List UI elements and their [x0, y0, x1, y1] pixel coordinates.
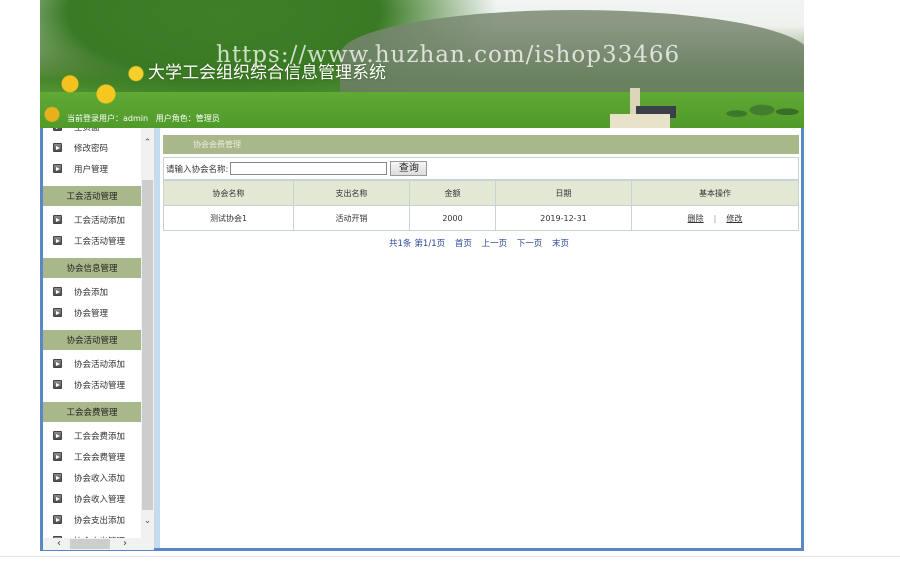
- sidebar: 主页面 修改密码 用户管理 工会活动管理 工会活动添加 工会活动管理 协会信息管…: [43, 128, 141, 538]
- sidebar-item-user-management[interactable]: 用户管理: [43, 158, 141, 179]
- cell-amount: 2000: [409, 205, 496, 231]
- scrollbar-thumb[interactable]: [142, 180, 153, 510]
- play-bullet-icon: [53, 287, 62, 296]
- cell-expense: 活动开销: [293, 205, 410, 231]
- sidebar-item-association-add[interactable]: 协会添加: [43, 281, 141, 302]
- cell-actions: 删除 | 修改: [631, 205, 799, 231]
- sidebar-item-association-manage[interactable]: 协会管理: [43, 302, 141, 323]
- sidebar-item-association-expense-add[interactable]: 协会支出添加: [43, 509, 141, 530]
- sidebar-item-union-activity-add[interactable]: 工会活动添加: [43, 209, 141, 230]
- data-table: 协会名称 支出名称 金额 日期 基本操作 测试协会1 活动开销 2000 201…: [163, 180, 799, 231]
- role-name: 管理员: [195, 114, 220, 123]
- action-separator: |: [713, 213, 717, 223]
- sidebar-item-association-activity-add[interactable]: 协会活动添加: [43, 353, 141, 374]
- sidebar-group-union-activity[interactable]: 工会活动管理: [43, 186, 141, 206]
- column-header-date: 日期: [495, 180, 632, 206]
- edit-link[interactable]: 修改: [726, 214, 742, 223]
- association-name-input[interactable]: [230, 162, 388, 175]
- scroll-left-icon[interactable]: ‹: [53, 538, 65, 550]
- sidebar-horizontal-scrollbar[interactable]: ‹ ›: [43, 538, 154, 550]
- play-bullet-icon: [53, 473, 62, 482]
- pager-last[interactable]: 末页: [552, 239, 569, 249]
- delete-link[interactable]: 删除: [688, 214, 704, 223]
- scroll-right-icon[interactable]: ›: [119, 538, 131, 550]
- column-header-association: 协会名称: [163, 180, 294, 206]
- play-bullet-icon: [53, 143, 62, 152]
- panel-title: 协会会费管理: [163, 135, 799, 154]
- play-bullet-icon: [53, 452, 62, 461]
- scrollbar-thumb[interactable]: [70, 539, 110, 549]
- pager-total: 共1条: [389, 239, 412, 249]
- sidebar-item-union-activity-manage[interactable]: 工会活动管理: [43, 230, 141, 251]
- sidebar-item-change-password[interactable]: 修改密码: [43, 137, 141, 158]
- play-bullet-icon: [53, 380, 62, 389]
- header-banner: 大学工会组织综合信息管理系统 https://www.huzhan.com/is…: [40, 0, 804, 128]
- pager-next[interactable]: 下一页: [517, 239, 543, 249]
- sidebar-item-union-fee-add[interactable]: 工会会费添加: [43, 425, 141, 446]
- sidebar-item-home[interactable]: 主页面: [43, 128, 141, 137]
- query-button[interactable]: 查询: [390, 161, 428, 176]
- page-bottom-divider: [0, 556, 900, 557]
- sidebar-item-association-activity-manage[interactable]: 协会活动管理: [43, 374, 141, 395]
- cell-date: 2019-12-31: [495, 205, 632, 231]
- sidebar-item-union-fee-manage[interactable]: 工会会费管理: [43, 446, 141, 467]
- banner-trees: [720, 92, 804, 128]
- play-bullet-icon: [53, 431, 62, 440]
- play-bullet-icon: [53, 515, 62, 524]
- pager-page: 第1/1页: [414, 239, 446, 249]
- user-info: 当前登录用户：admin 用户角色：管理员: [67, 113, 220, 124]
- sidebar-group-association-activity[interactable]: 协会活动管理: [43, 330, 141, 350]
- main-content: 协会会费管理 请输入协会名称: 查询 协会名称 支出名称 金额 日期 基本操作 …: [163, 135, 799, 249]
- pager-prev[interactable]: 上一页: [482, 239, 508, 249]
- sidebar-group-association-info[interactable]: 协会信息管理: [43, 258, 141, 278]
- scroll-down-icon[interactable]: ⌄: [141, 514, 154, 528]
- sidebar-group-union-fee[interactable]: 工会会费管理: [43, 402, 141, 422]
- search-bar: 请输入协会名称: 查询: [163, 157, 799, 180]
- frame-divider[interactable]: [154, 128, 160, 548]
- play-bullet-icon: [53, 236, 62, 245]
- search-label: 请输入协会名称:: [166, 164, 229, 175]
- sidebar-vertical-scrollbar[interactable]: ⌃ ⌄: [141, 128, 154, 538]
- play-bullet-icon: [53, 359, 62, 368]
- user-label: 当前登录用户：: [67, 114, 123, 123]
- table-row: 测试协会1 活动开销 2000 2019-12-31 删除 | 修改: [163, 205, 799, 231]
- scroll-up-icon[interactable]: ⌃: [141, 136, 154, 150]
- column-header-amount: 金额: [409, 180, 496, 206]
- pagination: 共1条 第1/1页 首页 上一页 下一页 末页: [163, 237, 799, 249]
- play-bullet-icon: [53, 164, 62, 173]
- play-bullet-icon: [53, 215, 62, 224]
- play-bullet-icon: [53, 128, 62, 131]
- play-bullet-icon: [53, 494, 62, 503]
- cell-association: 测试协会1: [163, 205, 294, 231]
- pager-first[interactable]: 首页: [455, 239, 472, 249]
- role-label: 用户角色：: [155, 114, 196, 123]
- sidebar-item-association-expense-manage[interactable]: 协会支出管理: [43, 530, 141, 538]
- table-header-row: 协会名称 支出名称 金额 日期 基本操作: [163, 180, 799, 206]
- sidebar-item-association-income-add[interactable]: 协会收入添加: [43, 467, 141, 488]
- play-bullet-icon: [53, 308, 62, 317]
- watermark-text: https://www.huzhan.com/ishop33466: [216, 42, 681, 68]
- column-header-expense: 支出名称: [293, 180, 410, 206]
- column-header-actions: 基本操作: [631, 180, 799, 206]
- sidebar-item-association-income-manage[interactable]: 协会收入管理: [43, 488, 141, 509]
- user-name: admin: [123, 114, 149, 123]
- banner-church: [600, 88, 676, 128]
